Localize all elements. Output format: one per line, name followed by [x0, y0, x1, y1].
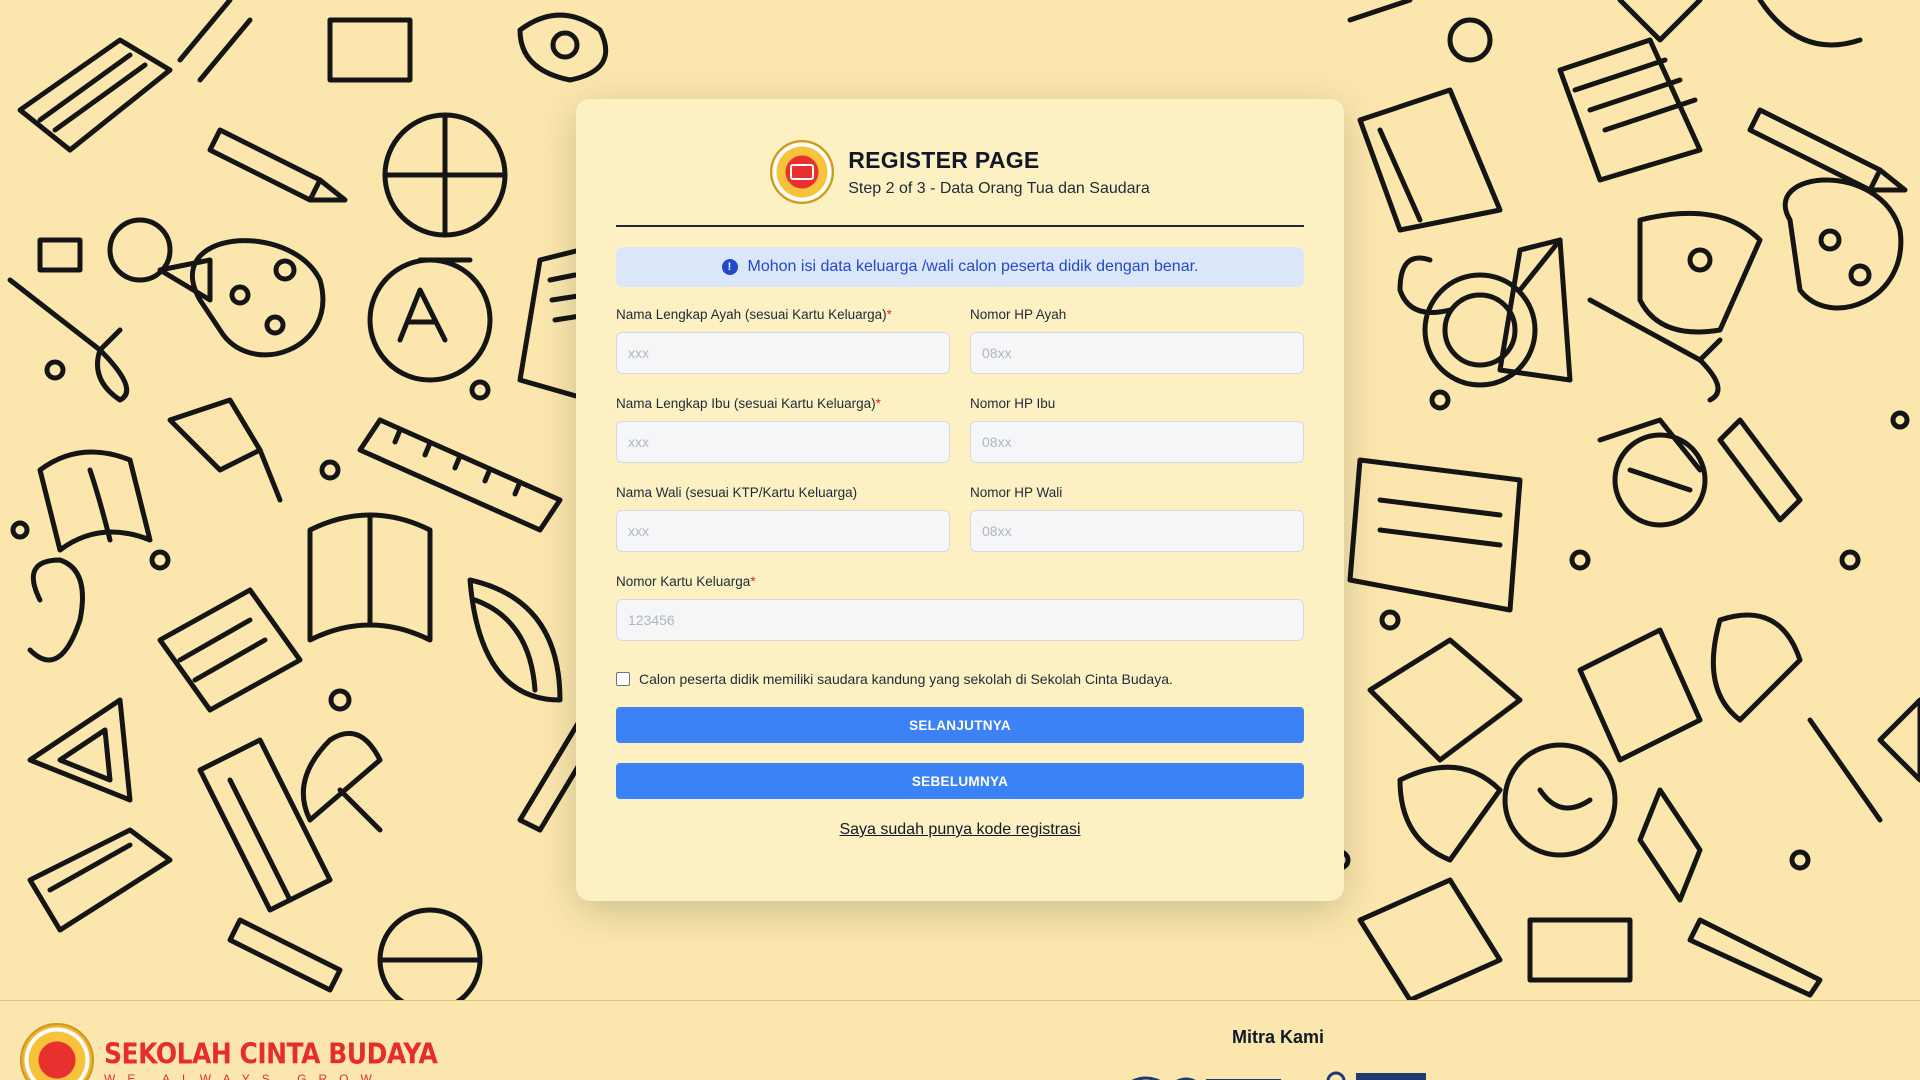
- guardian-name-input[interactable]: [616, 510, 950, 552]
- guardian-phone-label: Nomor HP Wali: [970, 485, 1063, 500]
- family-card-label: Nomor Kartu Keluarga: [616, 574, 751, 589]
- card-header: REGISTER PAGE Step 2 of 3 - Data Orang T…: [616, 139, 1304, 205]
- mother-phone-field: Nomor HP Ibu: [970, 396, 1304, 463]
- mother-name-label: Nama Lengkap Ibu (sesuai Kartu Keluarga): [616, 396, 876, 411]
- previous-button[interactable]: SEBELUMNYA: [616, 763, 1304, 799]
- required-mark: *: [875, 396, 881, 411]
- school-logo: [770, 140, 835, 204]
- father-phone-input[interactable]: [970, 332, 1304, 374]
- mother-phone-label: Nomor HP Ibu: [970, 396, 1056, 411]
- guardian-phone-field: Nomor HP Wali: [970, 485, 1304, 552]
- required-mark: *: [886, 307, 892, 322]
- footer-brand: SEKOLAH CINTA BUDAYA WE ALWAYS GROW: [104, 1037, 438, 1080]
- guardian-phone-input[interactable]: [970, 510, 1304, 552]
- partner-logo-university: [1131, 1076, 1281, 1080]
- required-mark: *: [750, 574, 756, 589]
- guardian-name-field: Nama Wali (sesuai KTP/Kartu Keluarga): [616, 485, 950, 552]
- mother-name-input[interactable]: [616, 421, 950, 463]
- page-subtitle: Step 2 of 3 - Data Orang Tua dan Saudara: [848, 179, 1150, 197]
- partners-title: Mitra Kami: [1232, 1027, 1325, 1047]
- footer-brand-tagline: WE ALWAYS GROW: [104, 1072, 384, 1080]
- father-phone-field: Nomor HP Ayah: [970, 307, 1304, 374]
- father-name-input[interactable]: [616, 332, 950, 374]
- header-divider: [616, 225, 1304, 227]
- next-button[interactable]: SELANJUTNYA: [616, 707, 1304, 743]
- mother-phone-input[interactable]: [970, 421, 1304, 463]
- footer-brand-name: SEKOLAH CINTA BUDAYA: [104, 1037, 438, 1071]
- info-alert: ! Mohon isi data keluarga /wali calon pe…: [616, 247, 1304, 287]
- register-card: REGISTER PAGE Step 2 of 3 - Data Orang T…: [576, 99, 1344, 901]
- father-name-label: Nama Lengkap Ayah (sesuai Kartu Keluarga…: [616, 307, 887, 322]
- footer: SEKOLAH CINTA BUDAYA WE ALWAYS GROW Mitr…: [0, 1000, 1920, 1080]
- father-name-field: Nama Lengkap Ayah (sesuai Kartu Keluarga…: [616, 307, 950, 374]
- alert-text: Mohon isi data keluarga /wali calon pese…: [747, 258, 1199, 275]
- footer-school-logo: [20, 1023, 94, 1080]
- partner-logo-bank: [1326, 1071, 1426, 1080]
- info-icon: !: [721, 259, 738, 275]
- sibling-checkbox-label: Calon peserta didik memiliki saudara kan…: [639, 671, 1173, 687]
- father-phone-label: Nomor HP Ayah: [970, 307, 1067, 322]
- family-card-field: Nomor Kartu Keluarga*: [616, 574, 1304, 641]
- sibling-checkbox-row[interactable]: Calon peserta didik memiliki saudara kan…: [616, 671, 1304, 687]
- have-registration-code-link[interactable]: Saya sudah punya kode registrasi: [616, 821, 1304, 839]
- family-card-input[interactable]: [616, 599, 1304, 641]
- page-title: REGISTER PAGE: [848, 146, 1040, 173]
- mother-name-field: Nama Lengkap Ibu (sesuai Kartu Keluarga)…: [616, 396, 950, 463]
- parent-form: Nama Lengkap Ayah (sesuai Kartu Keluarga…: [616, 307, 1304, 641]
- guardian-name-label: Nama Wali (sesuai KTP/Kartu Keluarga): [616, 485, 858, 500]
- sibling-checkbox[interactable]: [616, 672, 630, 686]
